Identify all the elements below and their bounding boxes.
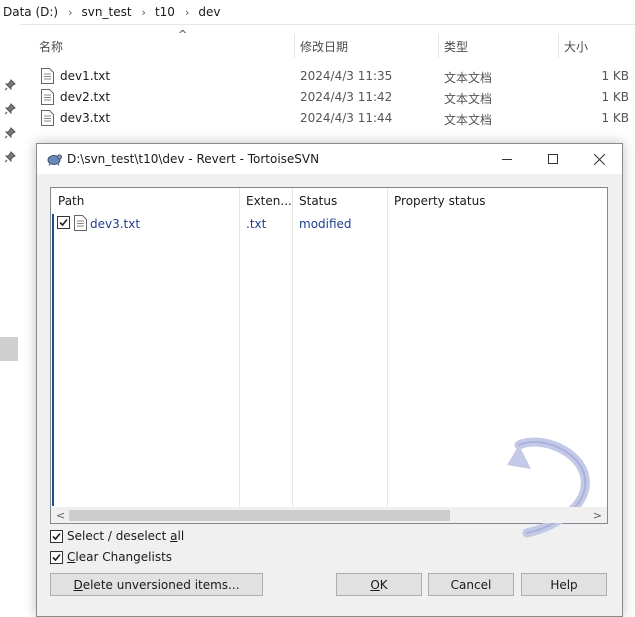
column-divider[interactable] bbox=[239, 188, 240, 508]
file-date: 2024/4/3 11:44 bbox=[300, 111, 393, 125]
column-header-name[interactable]: 名称 bbox=[39, 38, 63, 55]
list-focus-bar bbox=[52, 214, 54, 506]
select-all-option[interactable]: Select / deselect all bbox=[50, 528, 184, 544]
chevron-right-icon[interactable]: › bbox=[62, 6, 78, 19]
horizontal-scrollbar[interactable]: < > bbox=[51, 507, 607, 523]
select-all-checkbox[interactable] bbox=[50, 529, 63, 543]
tortoisesvn-icon bbox=[47, 154, 62, 166]
column-header-extension[interactable]: Exten... bbox=[246, 194, 292, 208]
chevron-right-icon[interactable]: › bbox=[179, 6, 195, 19]
file-date: 2024/4/3 11:35 bbox=[300, 69, 393, 83]
file-name: dev2.txt bbox=[60, 90, 111, 104]
minimize-icon bbox=[502, 159, 512, 160]
checkmark-icon bbox=[52, 532, 61, 540]
list-item[interactable]: dev3.txt .txt modified bbox=[51, 214, 607, 234]
file-size: 1 KB bbox=[601, 111, 629, 125]
row-status: modified bbox=[299, 217, 352, 231]
file-name: dev1.txt bbox=[60, 69, 111, 83]
list-header: Path Exten... Status Property status bbox=[51, 188, 607, 213]
navigation-selected-item[interactable] bbox=[0, 337, 18, 361]
column-divider[interactable] bbox=[294, 34, 295, 58]
clear-changelists-label: Clear Changelists bbox=[67, 550, 173, 564]
chevron-right-icon[interactable]: › bbox=[136, 6, 152, 19]
file-type: 文本文档 bbox=[444, 113, 493, 127]
file-list-header: ^ 名称 修改日期 类型 大小 bbox=[20, 28, 635, 58]
minimize-button[interactable] bbox=[484, 144, 530, 174]
clear-changelists-option[interactable]: Clear Changelists bbox=[50, 549, 172, 565]
file-row[interactable]: dev3.txt 2024/4/3 11:44 文本文档 1 KB bbox=[20, 108, 635, 129]
column-header-path[interactable]: Path bbox=[58, 194, 84, 208]
maximize-icon bbox=[548, 154, 558, 164]
close-icon bbox=[593, 153, 605, 165]
select-all-label: Select / deselect all bbox=[67, 529, 185, 543]
file-row[interactable]: dev2.txt 2024/4/3 11:42 文本文档 1 KB bbox=[20, 87, 635, 108]
ok-button[interactable]: OK bbox=[336, 573, 422, 596]
text-file-icon bbox=[41, 110, 54, 126]
breadcrumb-item-t10[interactable]: t10 bbox=[152, 5, 179, 19]
close-button[interactable] bbox=[576, 144, 622, 174]
revert-dialog: D:\svn_test\t10\dev - Revert - TortoiseS… bbox=[36, 143, 623, 617]
clear-changelists-checkbox[interactable] bbox=[50, 550, 63, 564]
changes-list[interactable]: Path Exten... Status Property status dev… bbox=[50, 187, 608, 538]
file-row[interactable]: dev1.txt 2024/4/3 11:35 文本文档 1 KB bbox=[20, 66, 635, 87]
pin-icon[interactable] bbox=[4, 151, 16, 163]
breadcrumb-item-svn-test[interactable]: svn_test bbox=[79, 5, 136, 19]
pin-icon[interactable] bbox=[4, 103, 16, 115]
column-divider[interactable] bbox=[387, 188, 388, 508]
help-button[interactable]: Help bbox=[521, 573, 607, 596]
checkmark-icon bbox=[59, 218, 68, 227]
pin-icon[interactable] bbox=[4, 79, 16, 91]
text-file-icon bbox=[41, 68, 54, 84]
breadcrumb-item-drive[interactable]: Data (D:) bbox=[0, 5, 62, 19]
file-type: 文本文档 bbox=[444, 92, 493, 106]
scrollbar-thumb[interactable] bbox=[69, 510, 450, 521]
row-extension: .txt bbox=[246, 217, 267, 231]
text-file-icon bbox=[74, 215, 87, 231]
pin-icon[interactable] bbox=[4, 127, 16, 139]
column-header-property-status[interactable]: Property status bbox=[394, 194, 485, 208]
address-breadcrumb: Data (D:) › svn_test › t10 › dev bbox=[0, 0, 635, 25]
dialog-titlebar[interactable]: D:\svn_test\t10\dev - Revert - TortoiseS… bbox=[37, 144, 622, 174]
file-date: 2024/4/3 11:42 bbox=[300, 90, 393, 104]
cancel-button[interactable]: Cancel bbox=[428, 573, 514, 596]
navigation-pane bbox=[0, 24, 20, 615]
row-checkbox[interactable] bbox=[57, 216, 70, 229]
file-name: dev3.txt bbox=[60, 111, 111, 125]
column-divider[interactable] bbox=[558, 34, 559, 58]
checkmark-icon bbox=[52, 553, 61, 561]
text-file-icon bbox=[41, 89, 54, 105]
file-size: 1 KB bbox=[601, 69, 629, 83]
column-divider[interactable] bbox=[292, 188, 293, 508]
file-size: 1 KB bbox=[601, 90, 629, 104]
column-header-status[interactable]: Status bbox=[299, 194, 337, 208]
revert-arrow-icon bbox=[507, 437, 590, 538]
delete-unversioned-button[interactable]: Delete unversioned items... bbox=[50, 573, 263, 596]
row-path: dev3.txt bbox=[90, 217, 141, 231]
scroll-left-icon[interactable]: < bbox=[56, 509, 65, 522]
column-header-date[interactable]: 修改日期 bbox=[300, 38, 348, 55]
column-divider[interactable] bbox=[438, 34, 439, 58]
maximize-button[interactable] bbox=[530, 144, 576, 174]
column-header-size[interactable]: 大小 bbox=[564, 38, 588, 55]
dialog-title: D:\svn_test\t10\dev - Revert - TortoiseS… bbox=[67, 152, 320, 166]
breadcrumb-item-dev[interactable]: dev bbox=[195, 5, 224, 19]
file-type: 文本文档 bbox=[444, 71, 493, 85]
scroll-right-icon[interactable]: > bbox=[593, 509, 602, 522]
column-header-type[interactable]: 类型 bbox=[444, 38, 468, 55]
sort-ascending-icon: ^ bbox=[178, 28, 188, 41]
